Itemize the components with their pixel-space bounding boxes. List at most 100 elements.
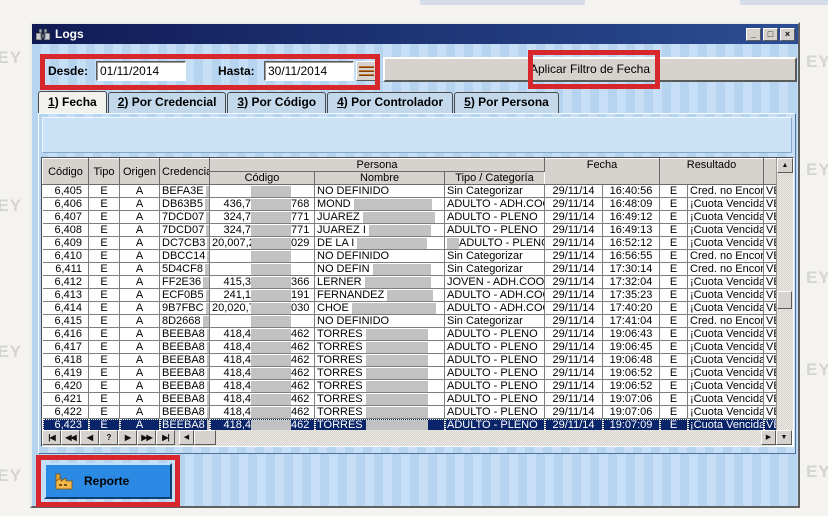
table-row[interactable]: 6,414EA9B7FBC20,020,7030CHOE ADULTO - AD… [43,302,777,315]
cell-credencial: DC7CB3 [160,237,210,250]
cell-fecha-date: 29/11/14 [545,198,603,211]
prior-button[interactable]: ◀ [80,430,99,445]
cell-origen: A [120,341,160,354]
table-row[interactable]: 6,415EA8D2668NO DEFINIDO Sin Categorizar… [43,315,777,328]
cell-nombre: NO DEFIN [315,263,445,276]
table-row[interactable]: 6,417EABEEBA8418,4462TORRES ADULTO - PLE… [43,341,777,354]
tab-por-c-digo[interactable]: 3) Por Código [227,92,326,113]
cell-persona-codigo: 324,7771 [210,224,315,237]
table-row[interactable]: 6,413EAECF0B5241,1191FERNANDEZ ADULTO - … [43,289,777,302]
redaction-box [366,355,428,366]
cell-codigo: 6,412 [43,276,89,289]
scroll-down-icon[interactable]: ▼ [776,430,792,445]
cell-codigo: 6,413 [43,289,89,302]
cell-codigo: 6,408 [43,224,89,237]
cell-origen: A [120,224,160,237]
cell-persona-codigo: 418,4462 [210,328,315,341]
redaction-box [251,186,291,197]
fast-forward-button[interactable]: ▶▶ [137,430,156,445]
cell-tipo: E [89,276,120,289]
table-row[interactable]: 6,422EABEEBA8418,4462TORRES ADULTO - PLE… [43,406,777,419]
cell-persona-codigo [210,315,315,328]
cell-ve: VE [764,419,776,431]
horizontal-scrollbar[interactable]: ◀ ▶ [179,430,776,446]
redaction-box [251,277,291,288]
cell-resultado-letra: E [660,367,688,380]
vertical-scroll-thumb[interactable] [777,291,792,309]
table-row[interactable]: 6,408EA7DCD07324,7771JUAREZ I ADULTO - P… [43,224,777,237]
watermark-text: LEY [0,196,22,216]
cell-nombre: TORRES [315,419,445,431]
table-row[interactable]: 6,420EABEEBA8418,4462TORRES ADULTO - PLE… [43,380,777,393]
cell-resultado-letra: E [660,328,688,341]
reporte-button[interactable]: Reporte [44,463,172,499]
redaction-box [205,199,210,210]
cell-resultado-texto: ¡Cuota Vencida! [688,276,764,289]
cell-ve: VE [764,250,776,263]
title-bar[interactable]: Logs _ □ × [32,24,798,44]
table-row[interactable]: 6,411EA5D4CF8NO DEFIN Sin Categorizar29/… [43,263,777,276]
cell-fecha-hora: 17:35:23 [603,289,660,302]
tab-por-credencial[interactable]: 2) Por Credencial [108,92,227,113]
cell-ve: VE [764,341,776,354]
watermark-text: LEY [0,48,22,68]
redaction-box [366,368,428,379]
cell-resultado-texto: Cred. no Encont [688,315,764,328]
cell-codigo: 6,416 [43,328,89,341]
fast-rewind-button[interactable]: ◀◀ [61,430,80,445]
cell-nombre: JUAREZ I [315,224,445,237]
desde-input[interactable] [96,61,186,81]
calendar-picker-button[interactable] [356,61,377,81]
horizontal-scroll-thumb[interactable] [194,430,216,445]
scroll-right-icon[interactable]: ▶ [761,430,776,445]
redaction-box [447,238,459,249]
redaction-box [251,420,291,431]
last-button[interactable]: ▶| [156,430,175,445]
cell-ve: VE [764,380,776,393]
vertical-scrollbar[interactable]: ▲ [776,158,793,430]
table-row[interactable]: 6,406EADB63B5436,7768MOND ADULTO - ADH.C… [43,198,777,211]
table-row[interactable]: 6,423EABEEBA8418,4462TORRES ADULTO - PLE… [43,419,777,431]
next-button[interactable]: ▶ [118,430,137,445]
vertical-scroll-track[interactable] [777,173,793,430]
cell-resultado-texto: Cred. no Encont [688,263,764,276]
cell-resultado-texto: ¡Cuota Vencida! [688,211,764,224]
log-grid: Código Tipo Origen Credencial Persona Fe… [41,157,794,447]
cell-credencial: 8D2668 [160,315,210,328]
table-row[interactable]: 6,407EA7DCD07324,7771JUAREZ ADULTO - PLE… [43,211,777,224]
cell-fecha-hora: 19:07:06 [603,393,660,406]
table-row[interactable]: 6,405EABEFA3ENO DEFINIDO Sin Categorizar… [43,185,777,198]
tab-fecha[interactable]: 1) Fecha [38,91,107,113]
cell-codigo: 6,411 [43,263,89,276]
table-row[interactable]: 6,419EABEEBA8418,4462TORRES ADULTO - PLE… [43,367,777,380]
apply-date-filter-button[interactable]: Aplicar Filtro de Fecha [383,57,797,82]
table-row[interactable]: 6,418EABEEBA8418,4462TORRES ADULTO - PLE… [43,354,777,367]
cell-credencial: BEEBA8 [160,380,210,393]
scroll-up-icon[interactable]: ▲ [777,158,793,173]
table-row[interactable]: 6,410EADBCC14NO DEFINIDO Sin Categorizar… [43,250,777,263]
tab-por-controlador[interactable]: 4) Por Controlador [327,92,453,113]
maximize-button[interactable]: □ [763,28,778,41]
col-header-codigo: Código [43,159,89,185]
cell-categoria: ADULTO - PLENO [445,237,545,250]
horizontal-scroll-track[interactable] [216,430,761,446]
cell-ve: VE [764,185,776,198]
cell-origen: A [120,406,160,419]
first-button[interactable]: |◀ [42,430,61,445]
table-row[interactable]: 6,409EADC7CB320,007,2029DE LA I ADULTO -… [43,237,777,250]
table-row[interactable]: 6,421EABEEBA8418,4462TORRES ADULTO - PLE… [43,393,777,406]
cell-ve: VE [764,302,776,315]
scroll-left-icon[interactable]: ◀ [179,430,194,445]
redaction-box [203,316,210,327]
cell-persona-codigo: 415,3366 [210,276,315,289]
hasta-input[interactable] [264,61,354,81]
refresh-button[interactable]: ? [99,430,118,445]
cell-codigo: 6,417 [43,341,89,354]
cell-codigo: 6,421 [43,393,89,406]
cell-resultado-letra: E [660,315,688,328]
table-row[interactable]: 6,412EAFF2E36415,3366LERNER JOVEN - ADH.… [43,276,777,289]
tab-por-persona[interactable]: 5) Por Persona [454,92,559,113]
close-button[interactable]: × [780,28,795,41]
minimize-button[interactable]: _ [746,28,761,41]
table-row[interactable]: 6,416EABEEBA8418,4462TORRES ADULTO - PLE… [43,328,777,341]
